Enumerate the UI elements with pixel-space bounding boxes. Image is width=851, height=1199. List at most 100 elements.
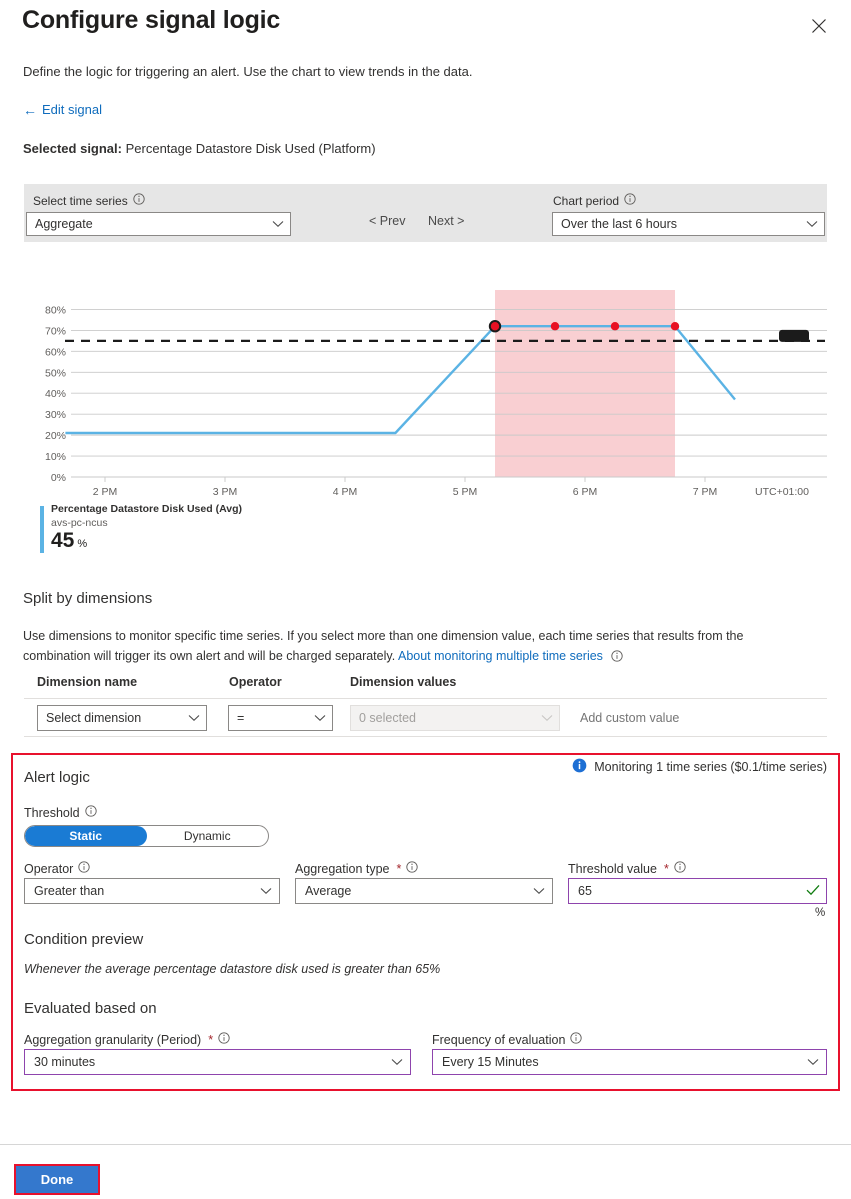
legend-value-unit: % xyxy=(77,538,87,550)
required-asterisk: * xyxy=(208,1033,213,1047)
selected-signal: Selected signal: Percentage Datastore Di… xyxy=(23,141,376,156)
legend-metric-name: Percentage Datastore Disk Used (Avg) xyxy=(51,503,242,515)
page-subtitle: Define the logic for triggering an alert… xyxy=(23,64,472,79)
chart-period-label-text: Chart period xyxy=(553,194,619,208)
y-axis-tick-label: 50% xyxy=(45,367,66,379)
required-asterisk: * xyxy=(664,862,669,876)
dimension-name-value: Select dimension xyxy=(46,711,141,725)
violation-marker xyxy=(671,322,679,330)
threshold-option-static[interactable]: Static xyxy=(25,826,147,846)
aggregation-granularity-dropdown[interactable]: 30 minutes xyxy=(24,1049,411,1075)
done-button[interactable]: Done xyxy=(16,1166,98,1193)
y-axis-tick-label: 10% xyxy=(45,451,66,463)
violation-marker xyxy=(551,322,559,330)
chart-period-dropdown[interactable]: Over the last 6 hours xyxy=(552,212,825,236)
dimension-values-dropdown: 0 selected xyxy=(350,705,560,731)
info-icon[interactable] xyxy=(133,193,145,208)
chevron-down-icon xyxy=(806,217,818,231)
y-axis-tick-label: 70% xyxy=(45,325,66,337)
x-axis-tick-label: 7 PM xyxy=(693,486,718,498)
operator-value: Greater than xyxy=(34,884,104,898)
edit-signal-link[interactable]: ← Edit signal xyxy=(23,102,102,117)
divider xyxy=(24,736,827,737)
monitoring-note-text: Monitoring 1 time series ($0.1/time seri… xyxy=(594,760,827,774)
column-header-operator: Operator xyxy=(229,675,282,689)
threshold-value-field[interactable] xyxy=(568,878,827,904)
frequency-of-evaluation-label-text: Frequency of evaluation xyxy=(432,1033,565,1047)
threshold-drag-handle xyxy=(779,330,809,342)
threshold-label: Threshold xyxy=(24,805,97,820)
dimension-name-dropdown[interactable]: Select dimension xyxy=(37,705,207,731)
done-button-highlight: Done xyxy=(14,1164,100,1195)
info-filled-icon xyxy=(572,758,587,776)
chart-legend: Percentage Datastore Disk Used (Avg) avs… xyxy=(40,503,360,559)
y-axis-tick-label: 80% xyxy=(45,304,66,316)
prev-button[interactable]: < Prev xyxy=(369,214,405,228)
chevron-down-icon xyxy=(260,884,272,898)
y-axis-tick-label: 20% xyxy=(45,430,66,442)
select-time-series-label-text: Select time series xyxy=(33,194,128,208)
timezone-label: UTC+01:00 xyxy=(755,486,809,498)
select-time-series-value: Aggregate xyxy=(35,217,93,231)
select-time-series-dropdown[interactable]: Aggregate xyxy=(26,212,291,236)
y-axis-tick-label: 40% xyxy=(45,388,66,400)
x-axis-tick-label: 6 PM xyxy=(573,486,598,498)
info-icon[interactable] xyxy=(611,650,623,662)
x-axis-tick-label: 4 PM xyxy=(333,486,358,498)
chevron-down-icon xyxy=(533,884,545,898)
frequency-of-evaluation-value: Every 15 Minutes xyxy=(442,1055,539,1069)
chevron-down-icon xyxy=(807,1055,819,1069)
operator-label: Operator xyxy=(24,861,90,876)
info-icon[interactable] xyxy=(85,805,97,820)
x-axis-tick-label: 2 PM xyxy=(93,486,118,498)
x-axis-tick-label: 5 PM xyxy=(453,486,478,498)
required-asterisk: * xyxy=(397,862,402,876)
evaluated-based-on-title: Evaluated based on xyxy=(24,1000,157,1017)
threshold-unit-label: % xyxy=(815,907,825,919)
dimension-operator-value: = xyxy=(237,711,244,725)
info-icon[interactable] xyxy=(218,1032,230,1047)
operator-dropdown[interactable]: Greater than xyxy=(24,878,280,904)
metric-chart-svg: 0%10%20%30%40%50%60%70%80%2 PM3 PM4 PM5 … xyxy=(24,280,827,500)
monitoring-note: Monitoring 1 time series ($0.1/time seri… xyxy=(572,758,827,776)
legend-value-number: 45 xyxy=(51,529,74,552)
add-custom-value-input[interactable] xyxy=(580,705,800,731)
info-icon[interactable] xyxy=(624,193,636,208)
violation-band xyxy=(495,290,675,477)
threshold-value-input[interactable] xyxy=(578,884,806,898)
aggregation-type-label: Aggregation type * xyxy=(295,861,418,876)
y-axis-tick-label: 0% xyxy=(51,472,66,484)
close-button[interactable] xyxy=(805,12,833,40)
back-arrow-icon: ← xyxy=(23,103,37,117)
aggregation-type-label-text: Aggregation type xyxy=(295,862,390,876)
info-icon[interactable] xyxy=(78,861,90,876)
legend-resource-name: avs-pc-ncus xyxy=(51,517,108,529)
aggregation-granularity-value: 30 minutes xyxy=(34,1055,95,1069)
x-axis-tick-label: 3 PM xyxy=(213,486,238,498)
threshold-type-toggle[interactable]: Static Dynamic xyxy=(24,825,269,847)
split-by-dimensions-title: Split by dimensions xyxy=(23,590,152,607)
dimension-operator-dropdown[interactable]: = xyxy=(228,705,333,731)
aggregation-granularity-label-text: Aggregation granularity (Period) xyxy=(24,1033,201,1047)
aggregation-granularity-label: Aggregation granularity (Period) * xyxy=(24,1032,230,1047)
frequency-of-evaluation-dropdown[interactable]: Every 15 Minutes xyxy=(432,1049,827,1075)
info-icon[interactable] xyxy=(674,861,686,876)
split-description-text: Use dimensions to monitor specific time … xyxy=(23,629,743,663)
split-by-dimensions-description: Use dimensions to monitor specific time … xyxy=(23,626,813,666)
about-monitoring-multiple-time-series-link[interactable]: About monitoring multiple time series xyxy=(398,649,603,663)
threshold-option-dynamic[interactable]: Dynamic xyxy=(147,826,269,846)
condition-preview-text: Whenever the average percentage datastor… xyxy=(24,962,440,976)
threshold-value-label-text: Threshold value xyxy=(568,862,657,876)
next-button[interactable]: Next > xyxy=(428,214,464,228)
info-icon[interactable] xyxy=(406,861,418,876)
aggregation-type-value: Average xyxy=(305,884,351,898)
chevron-down-icon xyxy=(391,1055,403,1069)
edit-signal-label: Edit signal xyxy=(42,102,102,117)
page-title: Configure signal logic xyxy=(22,6,280,35)
metric-chart[interactable]: 0%10%20%30%40%50%60%70%80%2 PM3 PM4 PM5 … xyxy=(24,280,827,500)
info-icon[interactable] xyxy=(570,1032,582,1047)
select-time-series-label: Select time series xyxy=(33,193,145,208)
chart-period-value: Over the last 6 hours xyxy=(561,217,677,231)
aggregation-type-dropdown[interactable]: Average xyxy=(295,878,553,904)
alert-logic-title: Alert logic xyxy=(24,769,90,786)
